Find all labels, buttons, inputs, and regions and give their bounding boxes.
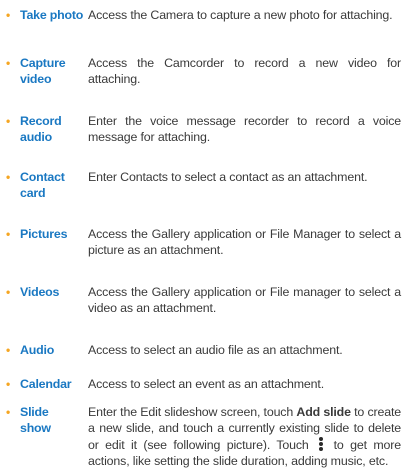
item-description: Enter the Edit slideshow screen, touch A… (88, 405, 401, 469)
item-description: Access to select an audio file as an att… (88, 343, 343, 357)
bullet-icon: • (6, 8, 11, 22)
item-term: Capture video (20, 56, 66, 86)
desc-text-part1: Enter the Edit slideshow screen, touch (88, 405, 297, 419)
item-term: Contact card (20, 170, 65, 200)
item-term: Slide show (20, 405, 51, 435)
bullet-icon: • (6, 405, 11, 419)
item-description: Access the Gallery application or File m… (88, 285, 401, 315)
item-term: Pictures (20, 227, 68, 241)
item-description: Access to select an event as an attachme… (88, 377, 324, 391)
bullet-icon: • (6, 343, 11, 357)
item-term: Audio (20, 343, 55, 357)
more-options-icon (318, 436, 324, 451)
bullet-icon: • (6, 114, 11, 128)
item-description: Access the Gallery application or File M… (88, 227, 401, 257)
bullet-icon: • (6, 227, 11, 241)
bullet-icon: • (6, 56, 11, 70)
bullet-icon: • (6, 285, 11, 299)
item-term: Record audio (20, 114, 62, 144)
bullet-icon: • (6, 377, 11, 391)
item-description: Access the Camera to capture a new photo… (88, 8, 393, 22)
add-slide-label: Add slide (296, 405, 351, 419)
item-description: Enter Contacts to select a contact as an… (88, 170, 368, 184)
item-description: Access the Camcorder to record a new vid… (88, 56, 401, 86)
bullet-icon: • (6, 170, 11, 184)
item-description: Enter the voice message recorder to reco… (88, 114, 401, 144)
item-term: Videos (20, 285, 60, 299)
item-term: Calendar (20, 377, 72, 391)
